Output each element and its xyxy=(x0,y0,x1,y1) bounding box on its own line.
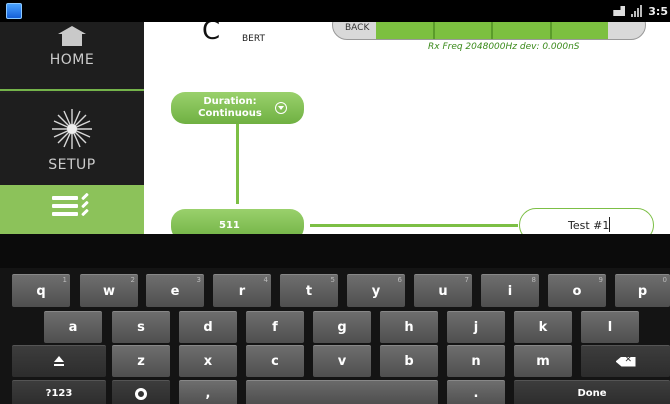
soft-keyboard: q1 w2 e3 r4 t5 y6 u7 i8 o9 p0 a s d f g … xyxy=(0,234,670,404)
test-name-value: Test #1 xyxy=(568,219,610,232)
starburst-icon xyxy=(52,109,92,149)
key-t[interactable]: t5 xyxy=(280,274,338,307)
key-c[interactable]: c xyxy=(246,345,304,377)
settings-key[interactable] xyxy=(112,380,170,404)
sidebar-item-label: SETUP xyxy=(48,157,96,173)
clock: 3:5 xyxy=(648,4,668,18)
sidebar-item-label: HOME xyxy=(49,52,95,68)
key-s[interactable]: s xyxy=(112,311,170,343)
key-o[interactable]: o9 xyxy=(548,274,606,307)
connector-line xyxy=(310,224,518,227)
backspace-icon: ✕ xyxy=(615,356,636,367)
app-icon xyxy=(6,3,22,19)
shift-icon xyxy=(53,355,65,368)
duration-button[interactable]: Duration: Continuous xyxy=(171,92,304,124)
notification-icon xyxy=(613,6,626,16)
key-h[interactable]: h xyxy=(380,311,438,343)
key-d[interactable]: d xyxy=(179,311,237,343)
key-x[interactable]: x xyxy=(179,345,237,377)
symbols-key[interactable]: ?123 xyxy=(12,380,106,404)
key-k[interactable]: k xyxy=(514,311,572,343)
sidebar: HOME SETUP xyxy=(0,22,144,234)
test-name-input[interactable]: Test #1 xyxy=(519,208,654,234)
key-u[interactable]: u7 xyxy=(414,274,472,307)
suggestion-strip xyxy=(0,234,670,268)
key-y[interactable]: y6 xyxy=(347,274,405,307)
text-cursor xyxy=(609,217,610,232)
key-f[interactable]: f xyxy=(246,311,304,343)
key-m[interactable]: m xyxy=(514,345,572,377)
key-w[interactable]: w2 xyxy=(80,274,138,307)
signal-icon xyxy=(631,5,643,17)
period-key[interactable]: . xyxy=(447,380,505,404)
chevron-down-icon xyxy=(275,102,287,114)
sidebar-item-setup[interactable]: SETUP xyxy=(0,93,144,185)
key-r[interactable]: r4 xyxy=(213,274,271,307)
sidebar-item-home[interactable]: HOME xyxy=(0,22,144,91)
key-i[interactable]: i8 xyxy=(481,274,539,307)
rx-frequency-readout: Rx Freq 2048000Hz dev: 0.000nS xyxy=(428,42,580,52)
comma-key[interactable]: , xyxy=(179,380,237,404)
key-v[interactable]: v xyxy=(313,345,371,377)
frequency-indicator xyxy=(376,22,608,39)
key-l[interactable]: l xyxy=(581,311,639,343)
back-label: BACK xyxy=(345,23,370,33)
key-n[interactable]: n xyxy=(447,345,505,377)
logo-letter: C xyxy=(202,22,221,46)
bert-label: BERT xyxy=(242,34,265,44)
home-icon xyxy=(58,26,86,46)
sidebar-item-tests[interactable] xyxy=(0,185,144,234)
key-e[interactable]: e3 xyxy=(146,274,204,307)
done-key[interactable]: Done xyxy=(514,380,670,404)
gear-icon xyxy=(135,387,147,400)
status-bar: 3:5 xyxy=(0,0,670,22)
duration-label: Duration: Continuous xyxy=(198,96,262,119)
connector-line xyxy=(236,124,239,204)
key-p[interactable]: p0 xyxy=(615,274,670,307)
key-j[interactable]: j xyxy=(447,311,505,343)
key-q[interactable]: q1 xyxy=(12,274,70,307)
main-panel: C BERT BACK Rx Freq 2048000Hz dev: 0.000… xyxy=(144,22,670,234)
key-z[interactable]: z xyxy=(112,345,170,377)
space-key[interactable] xyxy=(246,380,438,404)
app-screen: 3:5 HOME SETUP C BERT BACK Rx Freq 20480… xyxy=(0,0,670,404)
key-b[interactable]: b xyxy=(380,345,438,377)
shift-key[interactable] xyxy=(12,345,106,377)
pattern-label: 511 xyxy=(219,220,240,231)
key-g[interactable]: g xyxy=(313,311,371,343)
status-icons: 3:5 xyxy=(613,0,670,22)
back-button[interactable]: BACK xyxy=(332,22,646,40)
key-a[interactable]: a xyxy=(44,311,102,343)
backspace-key[interactable]: ✕ xyxy=(581,345,670,377)
pattern-button[interactable]: 511 xyxy=(171,209,304,234)
checklist-icon xyxy=(52,192,92,221)
